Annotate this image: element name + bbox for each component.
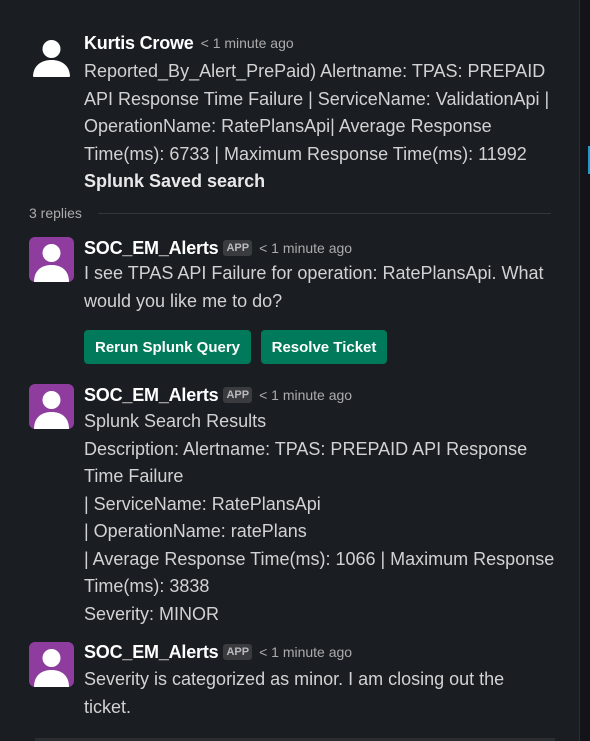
message-line: Time Failure (84, 466, 184, 486)
message-line: | Average Response Time(ms): 1066 | Maxi… (84, 548, 555, 569)
replies-count: 3 replies (29, 205, 82, 221)
rerun-splunk-query-button[interactable]: Rerun Splunk Query (84, 330, 251, 364)
message-text: Splunk Search Results Description: Alert… (84, 408, 554, 628)
app-badge: APP (223, 240, 253, 256)
app-badge: APP (223, 387, 253, 403)
author-name[interactable]: SOC_EM_Alerts (84, 238, 219, 259)
replies-divider: 3 replies (29, 205, 551, 221)
message-line: Description: Alertname: TPAS: PREPAID AP… (84, 438, 528, 459)
message-text: I see TPAS API Failure for operation: Ra… (84, 260, 554, 315)
author-name[interactable]: SOC_EM_Alerts (84, 642, 219, 663)
timestamp[interactable]: < 1 minute ago (201, 35, 294, 51)
message-line: ticket. (84, 696, 132, 717)
message-text: Severity is categorized as minor. I am c… (84, 666, 554, 721)
scrollbar-track[interactable] (579, 0, 590, 741)
bot-avatar-icon[interactable] (29, 384, 74, 429)
timestamp[interactable]: < 1 minute ago (259, 240, 352, 256)
message-line: Splunk Search Results (84, 411, 267, 431)
divider-line (97, 212, 551, 214)
message-line: Severity: MINOR (84, 603, 220, 624)
message-line: would you like me to do? (84, 290, 283, 311)
message-line: Time(ms): 3838 (84, 576, 210, 596)
message-line: API Response Time Failure | ServiceName:… (84, 88, 550, 109)
bot-avatar-icon[interactable] (29, 237, 74, 282)
user-avatar-icon[interactable] (29, 32, 74, 77)
message-line: I see TPAS API Failure for operation: Ra… (84, 263, 544, 283)
timestamp[interactable]: < 1 minute ago (259, 387, 352, 403)
thread-pane: Kurtis Crowe < 1 minute ago Reported_By_… (0, 0, 590, 741)
message-line: Reported_By_Alert_PrePaid) Alertname: TP… (84, 61, 546, 81)
app-badge: APP (223, 644, 253, 660)
message-line: | OperationName: ratePlans (84, 521, 307, 541)
author-name[interactable]: SOC_EM_Alerts (84, 385, 219, 406)
bot-avatar-icon[interactable] (29, 642, 74, 687)
timestamp[interactable]: < 1 minute ago (259, 644, 352, 660)
message-line: Severity is categorized as minor. I am c… (84, 669, 505, 689)
message-text: Reported_By_Alert_PrePaid) Alertname: TP… (84, 58, 554, 196)
message-footer: Splunk Saved search (84, 171, 266, 191)
author-name[interactable]: Kurtis Crowe (84, 33, 194, 54)
resolve-ticket-button[interactable]: Resolve Ticket (261, 330, 387, 364)
message-line: | ServiceName: RatePlansApi (84, 493, 321, 514)
message-line: OperationName: RatePlansApi| Average Res… (84, 116, 492, 136)
message-line: Time(ms): 6733 | Maximum Response Time(m… (84, 143, 527, 164)
